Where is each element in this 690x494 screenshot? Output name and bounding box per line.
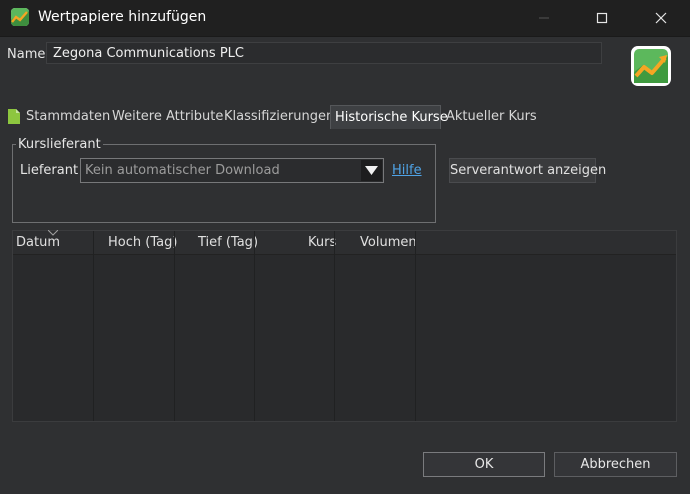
provider-selected-value: Kein automatischer Download xyxy=(85,163,280,178)
column-divider xyxy=(415,231,416,421)
title-bar: Wertpapiere hinzufügen xyxy=(0,0,690,37)
provider-label: Lieferant xyxy=(20,163,79,178)
group-title: Kurslieferant xyxy=(16,137,103,152)
app-logo-icon xyxy=(631,46,671,86)
table-header: Datum Hoch (Tag) Tief (Tag) Kurs Volumen xyxy=(13,230,676,255)
close-icon xyxy=(655,12,667,24)
price-table[interactable]: Datum Hoch (Tag) Tief (Tag) Kurs Volumen xyxy=(12,230,677,422)
server-response-button[interactable]: Serverantwort anzeigen xyxy=(449,158,606,183)
document-icon xyxy=(8,109,20,124)
column-header-tief[interactable]: Tief (Tag) xyxy=(198,231,258,254)
ok-button[interactable]: OK xyxy=(423,452,545,477)
cancel-button[interactable]: Abbrechen xyxy=(554,452,677,477)
tab-label: Historische Kurse xyxy=(335,110,448,125)
close-button[interactable] xyxy=(638,0,684,36)
tab-label: Klassifizierungen xyxy=(224,109,335,124)
maximize-icon xyxy=(596,12,608,24)
tab-label: Weitere Attribute xyxy=(112,109,224,124)
help-link[interactable]: Hilfe xyxy=(392,163,422,178)
quote-provider-group xyxy=(12,144,436,223)
tab-weitere-attribute[interactable]: Weitere Attribute xyxy=(112,105,223,129)
tab-label: Aktueller Kurs xyxy=(446,109,537,124)
portfolio-chart-icon xyxy=(11,8,29,26)
minimize-icon xyxy=(539,17,549,19)
dropdown-button[interactable] xyxy=(361,160,382,181)
minimize-button[interactable] xyxy=(521,0,567,36)
tab-bar: Stammdaten Weitere Attribute Klassifizie… xyxy=(0,105,690,129)
column-divider xyxy=(93,231,94,421)
maximize-button[interactable] xyxy=(579,0,625,36)
column-header-datum[interactable]: Datum xyxy=(16,231,60,254)
tab-klassifizierungen[interactable]: Klassifizierungen xyxy=(224,105,334,129)
provider-select[interactable]: Kein automatischer Download xyxy=(80,158,384,183)
column-header-volumen[interactable]: Volumen xyxy=(360,231,417,254)
column-divider xyxy=(174,231,175,421)
column-divider xyxy=(334,231,335,421)
name-label: Name xyxy=(7,47,46,62)
window-title: Wertpapiere hinzufügen xyxy=(38,9,207,25)
column-divider xyxy=(254,231,255,421)
column-header-hoch[interactable]: Hoch (Tag) xyxy=(108,231,177,254)
tab-historische-kurse[interactable]: Historische Kurse xyxy=(330,105,448,129)
tab-label: Stammdaten xyxy=(26,109,111,124)
tab-aktueller-kurs[interactable]: Aktueller Kurs xyxy=(446,105,537,129)
triangle-down-icon xyxy=(365,166,378,175)
name-input[interactable]: Zegona Communications PLC xyxy=(46,42,602,64)
tab-stammdaten[interactable]: Stammdaten xyxy=(8,105,110,129)
column-header-kurs[interactable]: Kurs xyxy=(308,231,336,254)
